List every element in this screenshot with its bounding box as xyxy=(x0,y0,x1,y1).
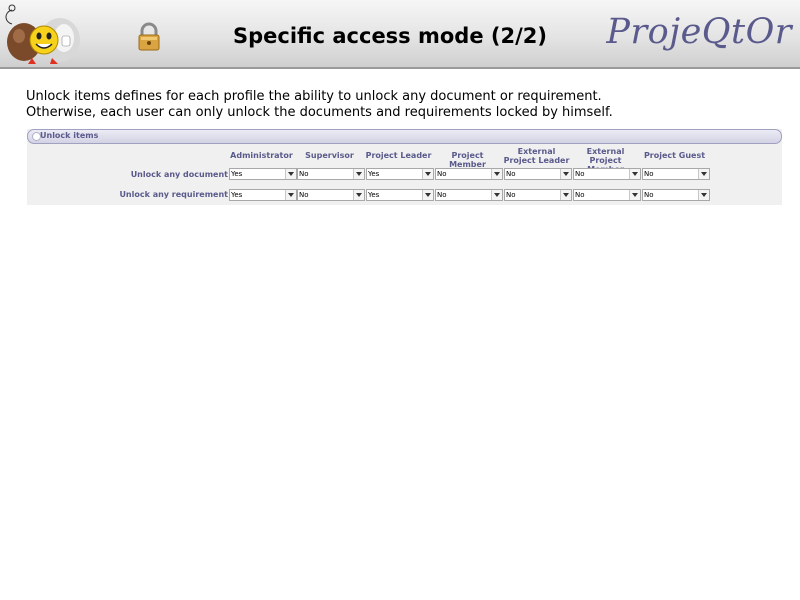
unlock-any-requirement-supervisor-select[interactable]: No xyxy=(297,189,365,201)
lock-icon xyxy=(138,22,160,51)
column-header-project-member: Project Member xyxy=(433,151,502,169)
select-value: No xyxy=(506,191,516,199)
dropdown-arrow-icon[interactable] xyxy=(285,190,296,200)
column-header-project-leader: Project Leader xyxy=(364,151,433,160)
select-value: No xyxy=(575,170,585,178)
unlock-any-requirement-external-project-member-select[interactable]: No xyxy=(573,189,641,201)
select-value: No xyxy=(644,191,654,199)
unlock-any-document-project-member-select[interactable]: No xyxy=(435,168,503,180)
dropdown-arrow-icon[interactable] xyxy=(629,169,640,179)
dropdown-arrow-icon[interactable] xyxy=(491,169,502,179)
dropdown-arrow-icon[interactable] xyxy=(422,169,433,179)
column-header-administrator: Administrator xyxy=(227,151,296,160)
dropdown-arrow-icon[interactable] xyxy=(698,190,709,200)
dropdown-arrow-icon[interactable] xyxy=(422,190,433,200)
column-header-line: External xyxy=(586,147,625,156)
dropdown-arrow-icon[interactable] xyxy=(560,190,571,200)
select-value: No xyxy=(644,170,654,178)
section-title: Unlock items xyxy=(40,131,99,140)
dropdown-arrow-icon[interactable] xyxy=(353,169,364,179)
brand-logo-text: ProjeQtOr xyxy=(606,12,792,52)
unlock-any-document-project-leader-select[interactable]: Yes xyxy=(366,168,434,180)
unlock-any-document-external-project-leader-select[interactable]: No xyxy=(504,168,572,180)
column-header-line: Administrator xyxy=(230,151,293,160)
unlock-any-requirement-external-project-leader-select[interactable]: No xyxy=(504,189,572,201)
column-header-line: Project Guest xyxy=(643,151,706,160)
dropdown-arrow-icon[interactable] xyxy=(285,169,296,179)
column-header-supervisor: Supervisor xyxy=(295,151,364,160)
select-value: No xyxy=(299,170,309,178)
select-value: No xyxy=(506,170,516,178)
dropdown-arrow-icon[interactable] xyxy=(353,190,364,200)
dropdown-arrow-icon[interactable] xyxy=(629,190,640,200)
column-header-project-guest: Project Guest xyxy=(640,151,709,160)
unlock-any-requirement-project-member-select[interactable]: No xyxy=(435,189,503,201)
dropdown-arrow-icon[interactable] xyxy=(560,169,571,179)
intro-line-2: Otherwise, each user can only unlock the… xyxy=(26,105,613,120)
row-label-unlock-any-document: Unlock any document xyxy=(130,170,228,179)
intro-line-1: Unlock items defines for each profile th… xyxy=(26,89,602,104)
dropdown-arrow-icon[interactable] xyxy=(491,190,502,200)
row-label-unlock-any-requirement: Unlock any requirement xyxy=(119,190,228,199)
unlock-any-document-supervisor-select[interactable]: No xyxy=(297,168,365,180)
select-value: Yes xyxy=(368,191,380,199)
page-title: Specific access mode (2/2) xyxy=(233,24,547,48)
header-bar: Specific access mode (2/2) ProjeQtOr xyxy=(0,0,800,69)
unlock-items-section: Unlock items Administrator Supervisor Proj… xyxy=(27,129,782,205)
column-header-line: Project Member xyxy=(449,151,486,169)
intro-text: Unlock items defines for each profile th… xyxy=(26,89,613,121)
unlock-any-requirement-administrator-select[interactable]: Yes xyxy=(229,189,297,201)
projeqtor-logo-icon xyxy=(5,4,80,64)
column-header-line: Project Leader xyxy=(503,156,570,165)
column-header-line: External xyxy=(517,147,556,156)
unlock-any-document-administrator-select[interactable]: Yes xyxy=(229,168,297,180)
column-header-line: Supervisor xyxy=(305,151,354,160)
unlock-any-document-project-guest-select[interactable]: No xyxy=(642,168,710,180)
select-value: Yes xyxy=(231,170,243,178)
column-header-external-project-leader: External Project Leader xyxy=(502,147,571,165)
select-value: No xyxy=(575,191,585,199)
select-value: Yes xyxy=(231,191,243,199)
section-header[interactable]: Unlock items xyxy=(27,129,782,144)
unlock-any-requirement-project-leader-select[interactable]: Yes xyxy=(366,189,434,201)
dropdown-arrow-icon[interactable] xyxy=(698,169,709,179)
unlock-any-requirement-project-guest-select[interactable]: No xyxy=(642,189,710,201)
select-value: No xyxy=(437,191,447,199)
select-value: No xyxy=(437,170,447,178)
select-value: No xyxy=(299,191,309,199)
column-header-line: Project Leader xyxy=(365,151,432,160)
select-value: Yes xyxy=(368,170,380,178)
unlock-any-document-external-project-member-select[interactable]: No xyxy=(573,168,641,180)
